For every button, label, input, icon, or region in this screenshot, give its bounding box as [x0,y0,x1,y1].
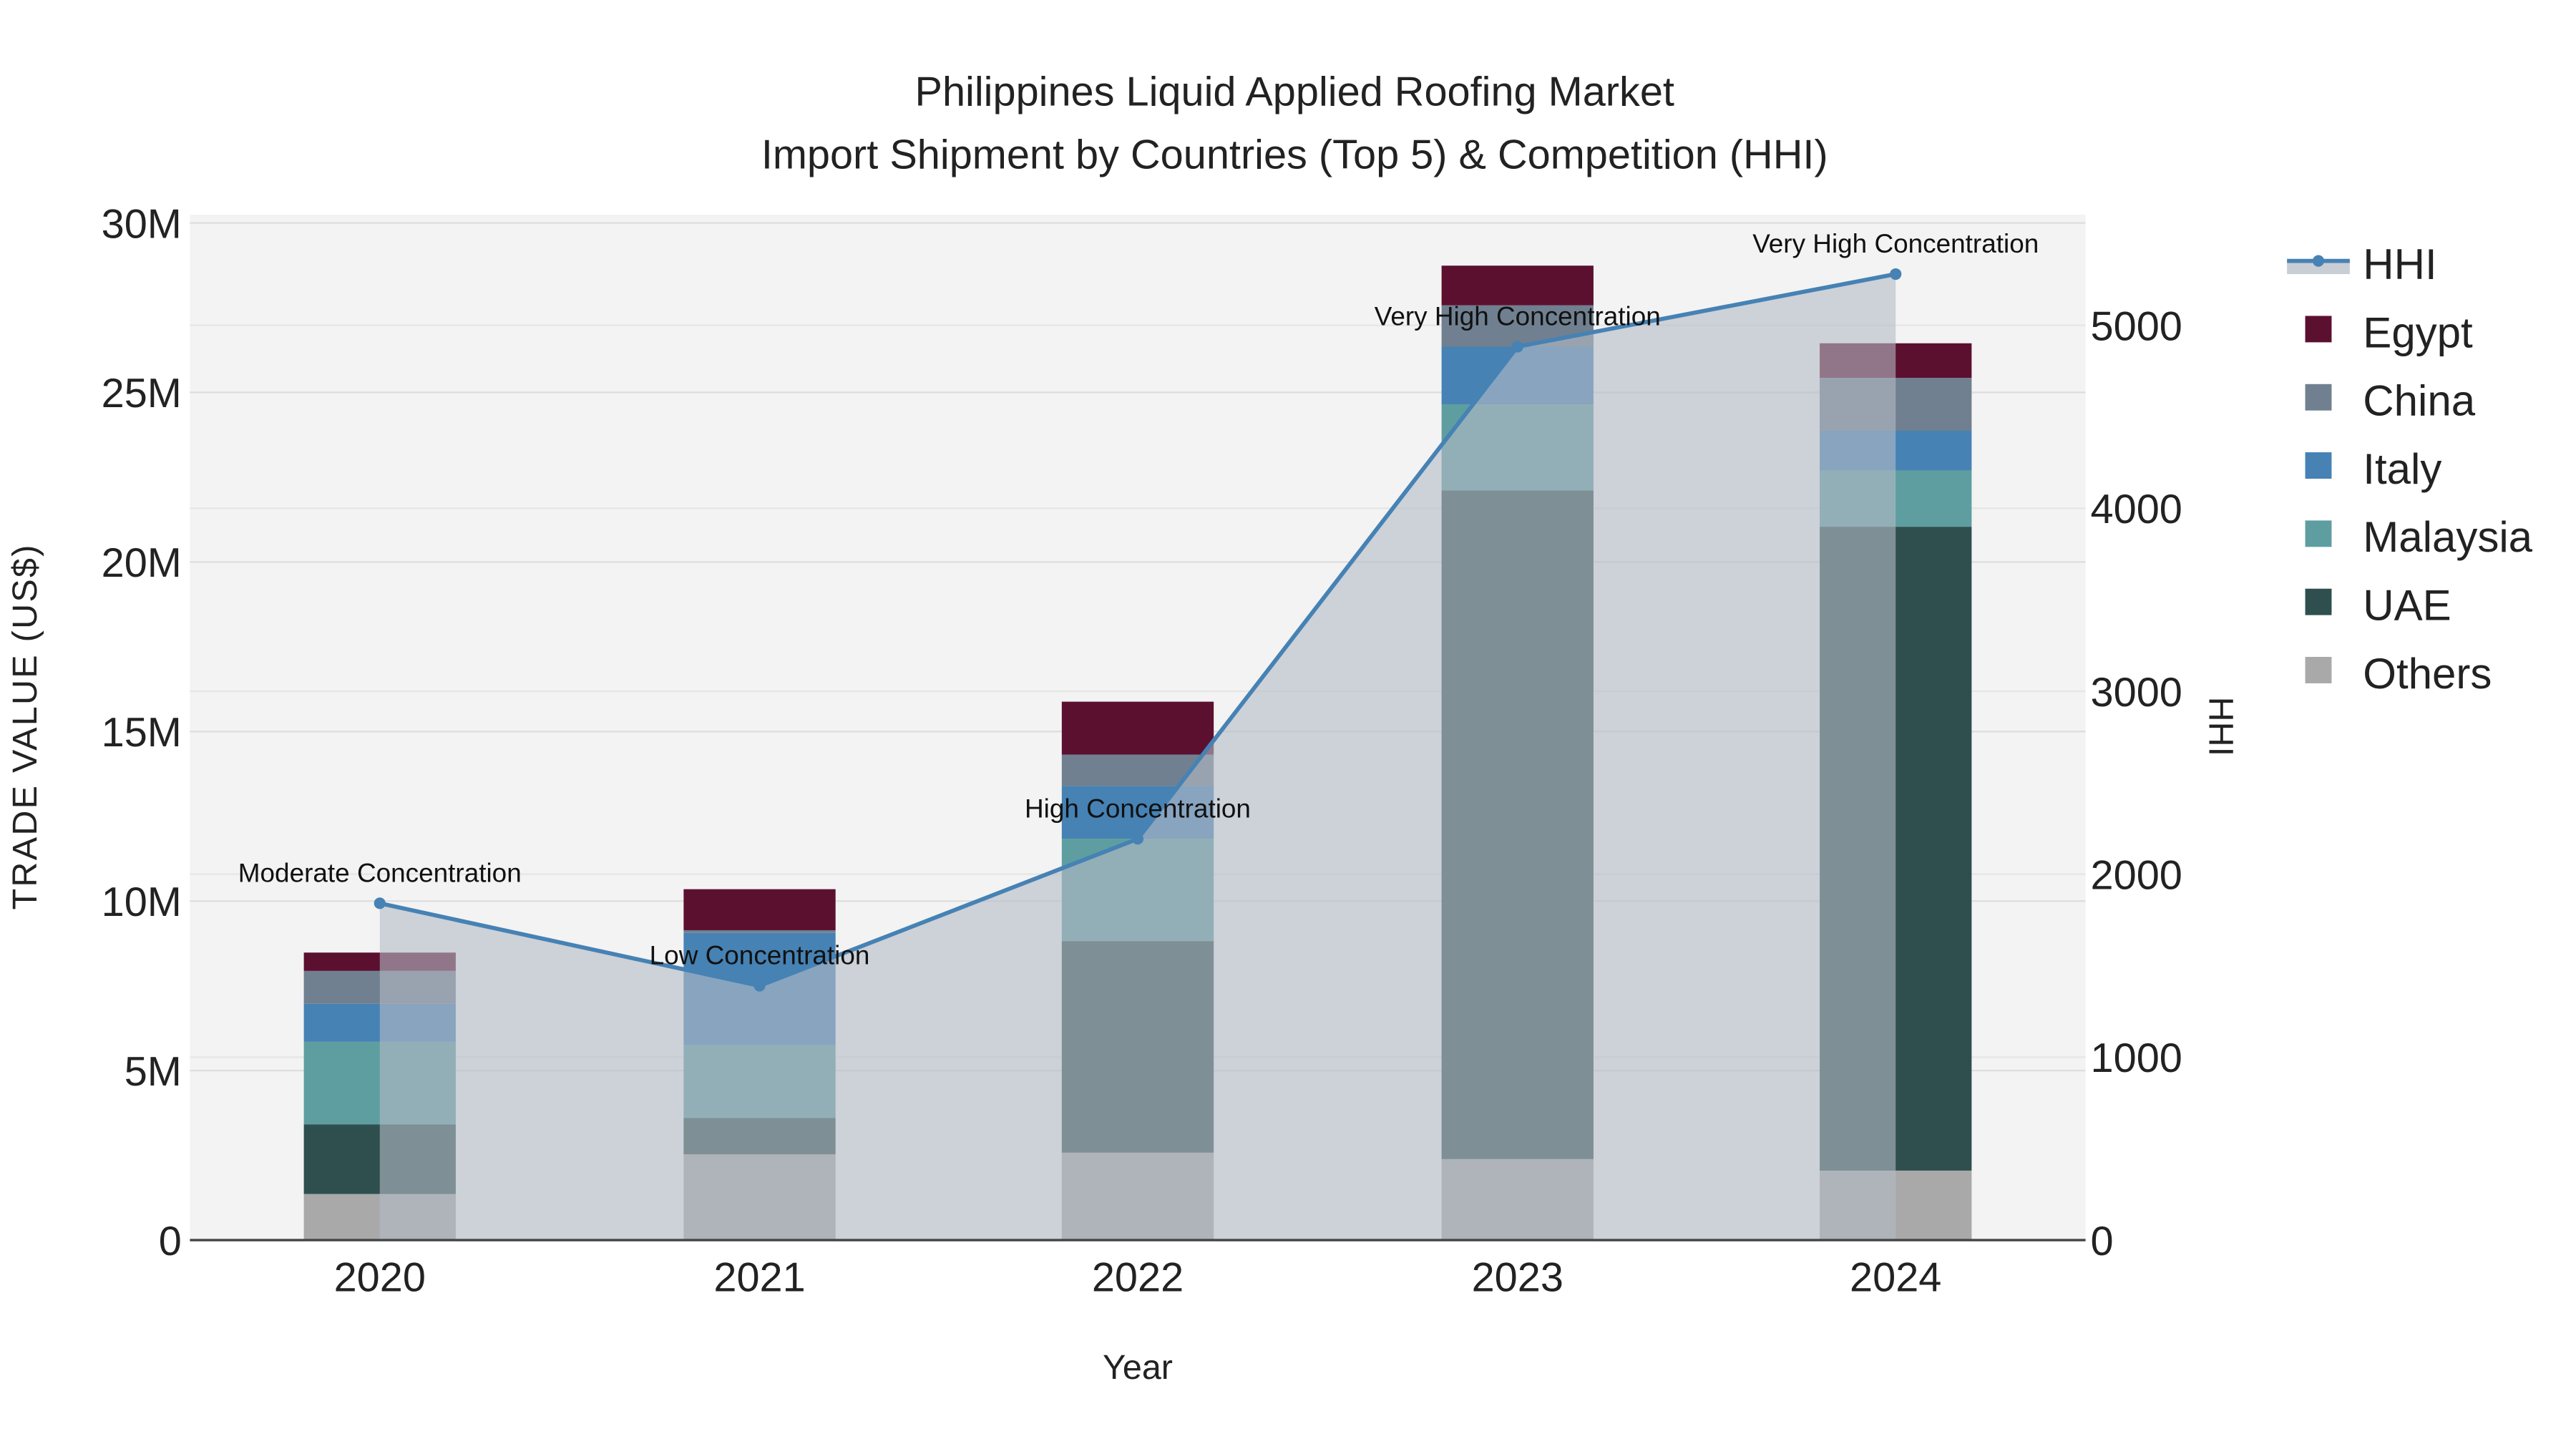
legend-swatch-egypt [2305,316,2332,343]
legend-swatch-malaysia [2305,520,2332,547]
y2-tick-label: 2000 [2091,852,2182,898]
y2-tick-label: 0 [2091,1219,2114,1264]
hhi-annotation: High Concentration [1025,794,1251,823]
legend-label-malaysia: Malaysia [2363,513,2532,561]
hhi-point-2023 [1511,341,1523,353]
legend-label-uae: UAE [2363,582,2451,630]
y2-axis-label: HHI [2202,697,2240,756]
hhi-annotation: Very High Concentration [1375,302,1661,331]
chart-subtitle: Import Shipment by Countries (Top 5) & C… [761,132,1828,177]
y2-tick-label: 4000 [2091,487,2182,532]
y-tick-label: 30M [102,201,182,247]
hhi-annotation: Very High Concentration [1752,229,2039,258]
legend-label-egypt: Egypt [2363,308,2473,356]
bar-egypt-2023 [1441,265,1594,306]
x-tick-label: 2021 [713,1255,805,1301]
hhi-point-2022 [1131,833,1144,845]
y-tick-label: 5M [125,1049,182,1095]
hhi-annotation: Moderate Concentration [238,858,522,887]
chart-title: Philippines Liquid Applied Roofing Marke… [914,69,1674,115]
y2-tick-label: 1000 [2091,1035,2182,1081]
y-tick-label: 25M [102,371,182,416]
bar-china-2021 [683,930,836,933]
x-tick-label: 2024 [1850,1255,1941,1301]
bar-egypt-2021 [683,889,836,930]
x-axis-label: Year [1103,1348,1173,1387]
bar-egypt-2022 [1061,701,1214,755]
x-tick-label: 2022 [1092,1255,1184,1301]
y2-axis-ticks: 0 1000 2000 3000 4000 5000 [2091,303,2182,1264]
y2-tick-label: 5000 [2091,303,2182,349]
legend-label-china: China [2363,377,2475,425]
y-axis-label: TRADE VALUE (US$) [6,543,44,909]
hhi-point-2024 [1890,268,1902,280]
legend-swatch-china [2305,384,2332,411]
y-axis-ticks: 0 5M 10M 15M 20M 25M 30M [102,201,182,1264]
legend-swatch-others [2305,657,2332,683]
legend: HHI Egypt China Italy Malaysia UAE Others [2287,240,2533,698]
legend-swatch-hhi-marker [2312,255,2325,267]
y-tick-label: 10M [102,879,182,925]
y-tick-label: 15M [102,710,182,756]
hhi-point-2021 [753,980,766,992]
legend-label-others: Others [2363,650,2492,698]
hhi-point-2020 [374,897,386,909]
legend-swatch-uae [2305,588,2332,615]
hhi-annotation: Low Concentration [650,941,870,970]
chart: Philippines Liquid Applied Roofing Marke… [6,69,2533,1387]
legend-swatch-italy [2305,452,2332,479]
legend-label-italy: Italy [2363,445,2441,493]
legend-label-hhi: HHI [2363,240,2436,288]
x-tick-label: 2020 [334,1255,426,1301]
y-tick-label: 0 [159,1219,182,1264]
x-axis-ticks: 2020 2021 2022 2023 2024 [334,1255,1942,1301]
x-tick-label: 2023 [1472,1255,1563,1301]
y2-tick-label: 3000 [2091,670,2182,716]
y-tick-label: 20M [102,540,182,586]
